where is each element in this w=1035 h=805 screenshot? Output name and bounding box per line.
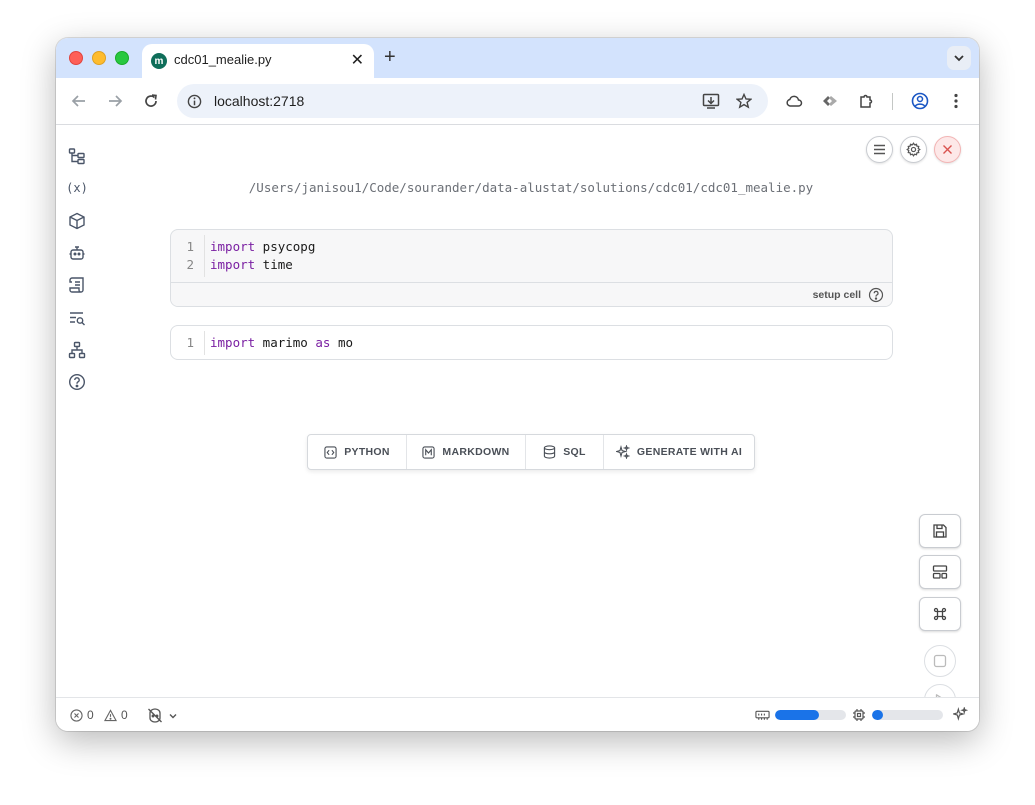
layout-icon [932, 565, 948, 579]
sparkles-icon [615, 445, 630, 459]
close-icon [943, 145, 952, 154]
back-icon[interactable] [69, 91, 89, 111]
generate-ai-label: GENERATE WITH AI [636, 446, 743, 458]
generate-with-ai-button[interactable]: GENERATE WITH AI [604, 435, 754, 469]
cpu-usage-fill [872, 710, 883, 720]
settings-button[interactable] [900, 136, 927, 163]
error-circle-icon [70, 708, 83, 722]
warning-triangle-icon [104, 708, 117, 721]
cpu-icon [852, 708, 866, 722]
minimize-window-button[interactable] [92, 51, 106, 65]
memory-usage-fill [775, 710, 820, 720]
shutdown-button[interactable] [934, 136, 961, 163]
browser-toolbar: localhost:2718 [56, 78, 979, 125]
line-number: 1 [186, 335, 194, 350]
add-python-label: PYTHON [344, 446, 390, 458]
code-text: mo [330, 335, 354, 350]
extensions-puzzle-icon[interactable] [856, 91, 876, 111]
status-bar: 0 0 [56, 697, 979, 731]
setup-cell[interactable]: 1 import psycopg 2 import time setup cel… [170, 229, 893, 307]
warning-count: 0 [121, 708, 128, 722]
file-path[interactable]: /Users/janisou1/Code/sourander/data-alus… [56, 180, 979, 195]
ai-assistant-icon[interactable] [953, 707, 968, 722]
browser-window: m cdc01_mealie.py ✕ + localhost:2718 (x)… [56, 38, 979, 731]
chevron-down-icon [169, 713, 177, 718]
setup-cell-footer: setup cell [171, 282, 892, 306]
interrupt-button[interactable] [924, 645, 956, 677]
chevron-down-icon [954, 55, 964, 62]
add-python-cell-button[interactable]: PYTHON [308, 435, 407, 469]
warnings-indicator[interactable]: 0 [104, 708, 128, 722]
code-line: 2 import time [171, 256, 892, 274]
code-text: marimo [255, 335, 316, 350]
bookmark-star-icon[interactable] [734, 91, 754, 111]
browser-menu-icon[interactable] [946, 91, 966, 111]
help-circle-icon[interactable] [67, 372, 87, 392]
forward-icon[interactable] [105, 91, 125, 111]
toolbar-separator [892, 93, 893, 110]
command-icon [933, 607, 947, 621]
line-number: 2 [186, 257, 194, 272]
save-button[interactable] [919, 514, 961, 548]
add-markdown-label: MARKDOWN [442, 446, 510, 458]
setup-cell-label: setup cell [812, 289, 861, 301]
command-palette-button[interactable] [919, 597, 961, 631]
reload-icon[interactable] [141, 91, 161, 111]
new-tab-icon[interactable]: + [384, 46, 396, 69]
error-count: 0 [87, 708, 94, 722]
cpu-usage-bar [872, 710, 943, 720]
tab-search-button[interactable] [947, 46, 971, 70]
tab-strip: m cdc01_mealie.py ✕ + [56, 38, 979, 78]
file-explorer-icon[interactable] [67, 146, 87, 166]
errors-indicator[interactable]: 0 [70, 708, 94, 722]
extension-diamond-icon[interactable] [820, 91, 840, 111]
code-text: psycopg [255, 239, 316, 254]
find-replace-icon[interactable] [67, 308, 87, 328]
code-icon [324, 445, 337, 459]
browser-tab[interactable]: m cdc01_mealie.py ✕ [142, 44, 374, 78]
ai-bot-icon[interactable] [67, 243, 87, 263]
keyword: import [210, 257, 256, 272]
code-text: time [255, 257, 293, 272]
line-number: 1 [186, 239, 194, 254]
profile-avatar-icon[interactable] [910, 91, 930, 111]
packages-cube-icon[interactable] [67, 211, 87, 231]
database-icon [544, 445, 556, 459]
address-bar[interactable]: localhost:2718 [177, 84, 768, 118]
code-line: 1 import psycopg [171, 238, 892, 256]
tab-close-icon[interactable]: ✕ [351, 50, 364, 70]
dependency-graph-icon[interactable] [67, 340, 87, 360]
menu-lines-icon [874, 144, 885, 155]
site-info-icon[interactable] [184, 91, 204, 111]
layout-button[interactable] [919, 555, 961, 589]
cloud-icon[interactable] [784, 91, 804, 111]
question-circle-icon[interactable] [868, 287, 884, 303]
keyword: as [315, 335, 331, 350]
add-sql-cell-button[interactable]: SQL [526, 435, 604, 469]
code-cell[interactable]: 1 import marimo as mo [170, 325, 893, 360]
install-app-icon[interactable] [701, 91, 721, 111]
keyword: import [210, 239, 256, 254]
add-sql-label: SQL [563, 446, 586, 458]
keyword: import [210, 335, 256, 350]
add-markdown-cell-button[interactable]: MARKDOWN [407, 435, 526, 469]
stop-icon [933, 654, 947, 668]
memory-icon [755, 709, 770, 721]
copilot-off-icon [148, 708, 162, 723]
code-line: 1 import marimo as mo [171, 334, 892, 352]
add-cell-bar: PYTHON MARKDOWN SQL GENERATE WITH AI [307, 434, 755, 470]
url-text: localhost:2718 [214, 93, 305, 109]
close-window-button[interactable] [69, 51, 83, 65]
logs-scroll-icon[interactable] [67, 275, 87, 295]
memory-usage-bar [775, 710, 846, 720]
save-icon [933, 524, 947, 538]
tab-title: cdc01_mealie.py [174, 52, 272, 67]
maximize-window-button[interactable] [115, 51, 129, 65]
gear-icon [906, 142, 921, 157]
notebook-menu-button[interactable] [866, 136, 893, 163]
marimo-app: (x) /Users/janisou1/Code/sourander/data-… [56, 125, 979, 716]
marimo-favicon-icon: m [151, 53, 167, 69]
ai-completion-toggle[interactable] [147, 708, 178, 723]
markdown-icon [422, 445, 436, 459]
